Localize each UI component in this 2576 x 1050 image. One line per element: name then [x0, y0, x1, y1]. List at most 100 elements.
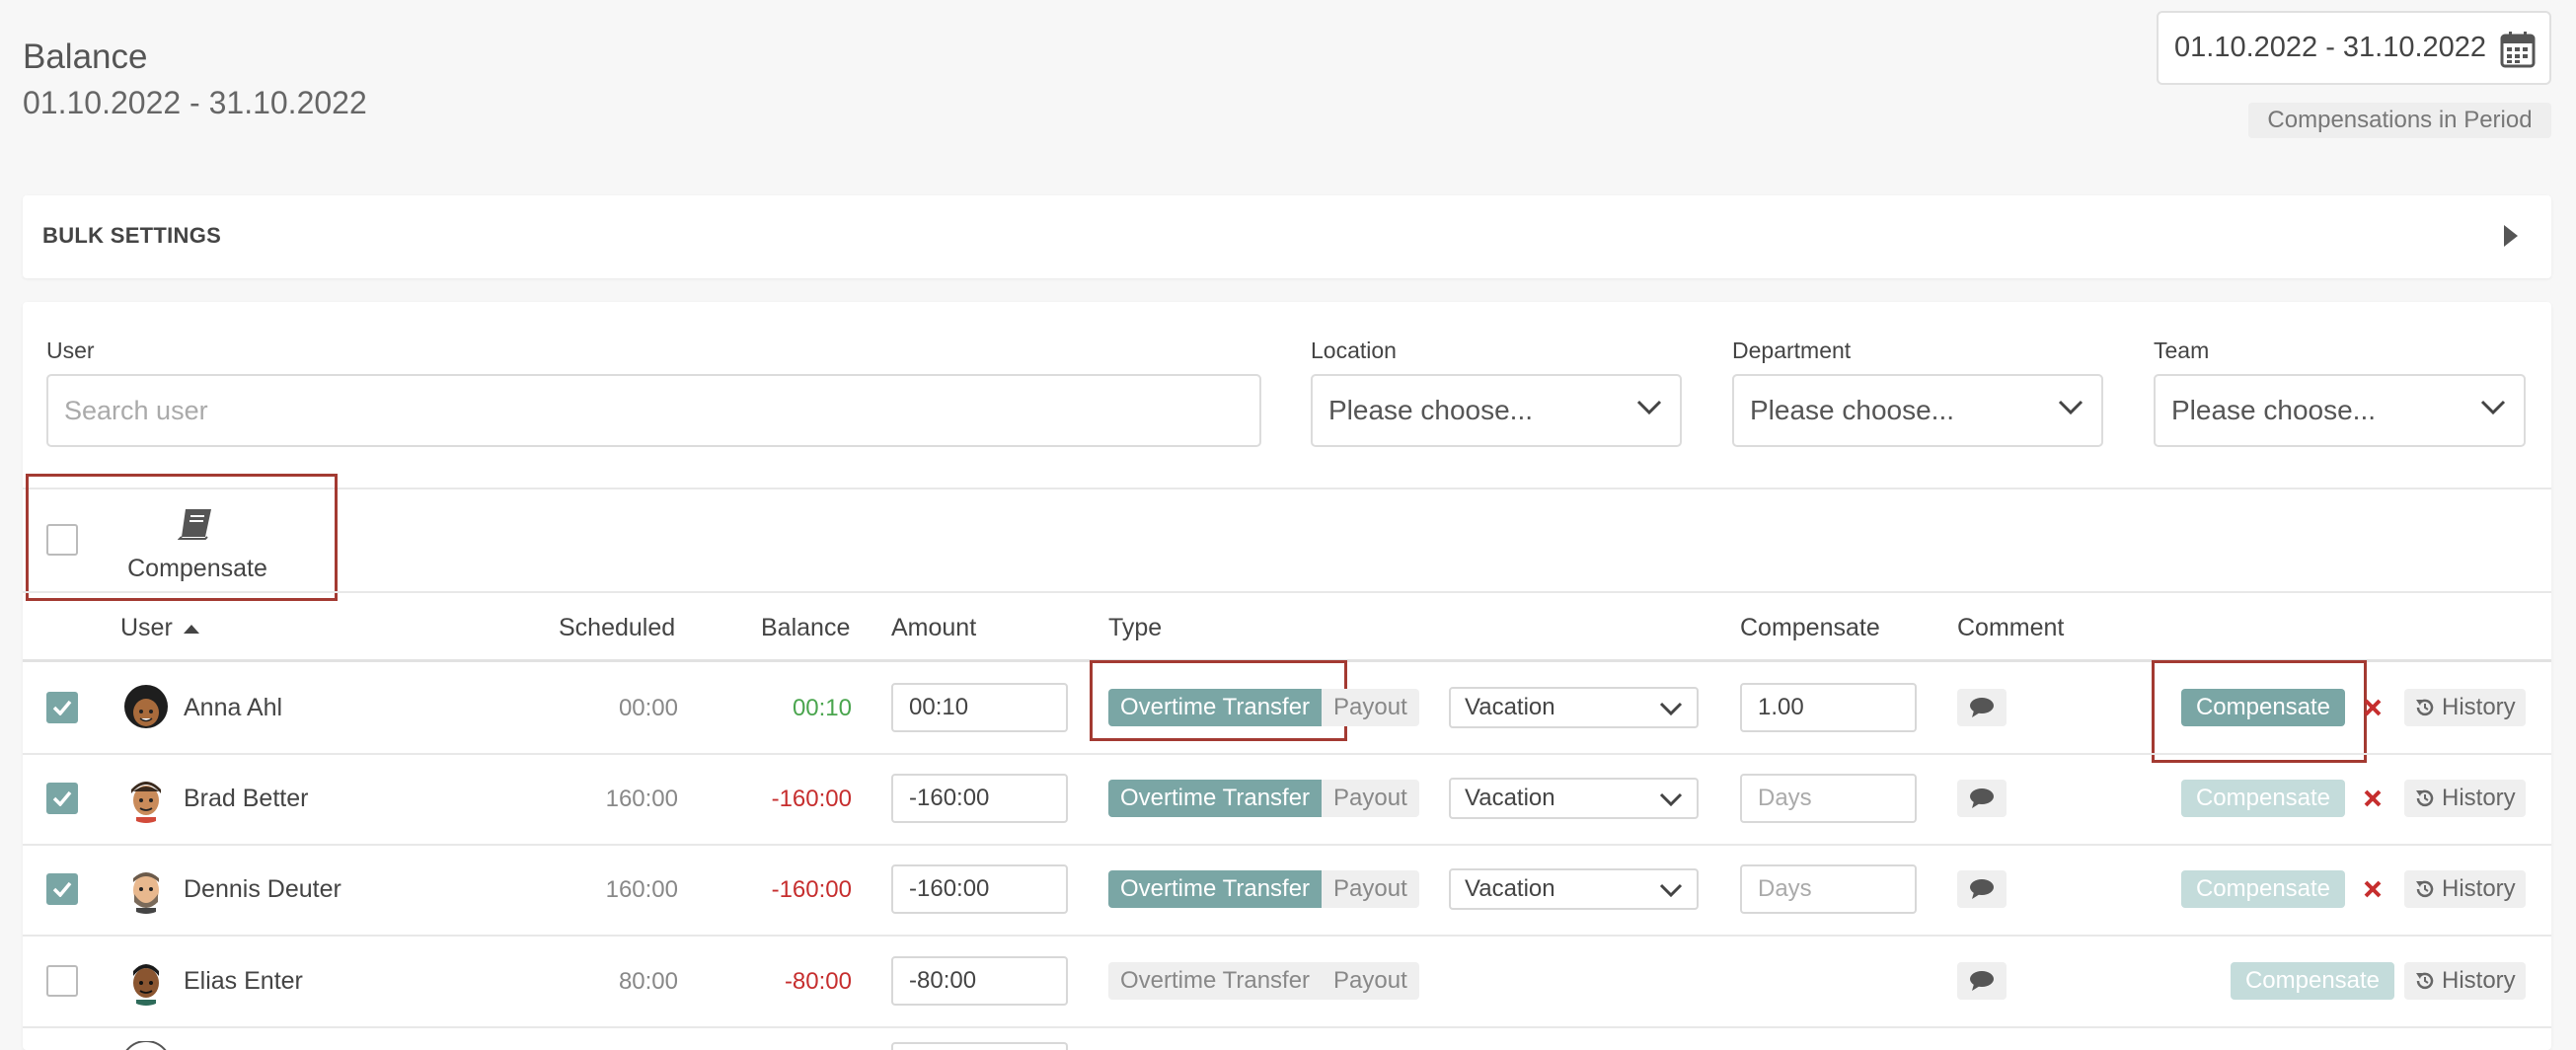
column-header-user[interactable]: User — [120, 614, 199, 642]
comment-button[interactable] — [1957, 870, 2007, 908]
department-filter-label: Department — [1732, 338, 1852, 363]
avatar — [121, 683, 171, 732]
divider — [23, 591, 2551, 593]
transfer-target-value: Vacation — [1465, 694, 1555, 720]
bulk-compensate-button[interactable]: Compensate — [118, 505, 276, 584]
history-button[interactable]: History — [2404, 870, 2526, 908]
transfer-target-value: Vacation — [1465, 875, 1555, 902]
amount-input[interactable]: 00:10 — [891, 683, 1068, 732]
row-checkbox[interactable] — [46, 965, 78, 997]
comment-icon — [1970, 971, 1994, 991]
column-header-compensate: Compensate — [1740, 614, 1880, 641]
avatar — [121, 864, 171, 914]
compensate-input[interactable]: Days — [1740, 864, 1917, 914]
compensate-input[interactable]: 1.00 — [1740, 683, 1917, 732]
checkmark-icon — [52, 700, 72, 715]
row-checkbox[interactable] — [46, 783, 78, 814]
row-divider — [23, 844, 2551, 846]
balance-value: -80:00 — [784, 968, 852, 995]
location-select[interactable]: Please choose... — [1311, 374, 1682, 447]
caret-right-icon[interactable] — [2504, 225, 2518, 247]
compensate-input[interactable]: Days — [1740, 774, 1917, 823]
remove-icon[interactable] — [2359, 689, 2387, 726]
search-user-input[interactable]: Search user — [46, 374, 1261, 447]
compensations-in-period-badge[interactable]: Compensations in Period — [2248, 103, 2551, 138]
row-checkbox[interactable] — [46, 873, 78, 905]
bulk-settings-title: BULK SETTINGS — [42, 223, 222, 248]
column-header-type: Type — [1108, 614, 1163, 641]
user-name[interactable]: Brad Better — [184, 785, 308, 813]
history-label: History — [2442, 694, 2516, 720]
row-divider — [23, 753, 2551, 755]
history-button[interactable]: History — [2404, 689, 2526, 726]
team-select[interactable]: Please choose... — [2154, 374, 2526, 447]
transfer-target-select[interactable]: Vacation — [1449, 778, 1699, 819]
comment-button[interactable] — [1957, 780, 2007, 817]
row-checkbox[interactable] — [46, 692, 78, 723]
amount-input[interactable] — [891, 1042, 1068, 1050]
type-toggle[interactable]: Overtime Transfer Payout — [1108, 780, 1419, 817]
date-range-picker[interactable]: 01.10.2022 - 31.10.2022 — [2157, 11, 2551, 85]
chevron-down-icon — [1659, 702, 1683, 715]
column-header-scheduled[interactable]: Scheduled — [559, 614, 675, 642]
chevron-down-icon — [1659, 883, 1683, 897]
type-overtime-transfer[interactable]: Overtime Transfer — [1108, 780, 1323, 817]
column-header-balance[interactable]: Balance — [761, 614, 850, 642]
transfer-target-select[interactable]: Vacation — [1449, 687, 1699, 728]
history-button[interactable]: History — [2404, 780, 2526, 817]
type-toggle[interactable]: Overtime Transfer Payout — [1108, 689, 1419, 726]
checkmark-icon — [52, 790, 72, 806]
amount-input[interactable]: -160:00 — [891, 774, 1068, 823]
chevron-down-icon — [2480, 400, 2506, 415]
comment-button[interactable] — [1957, 962, 2007, 1000]
compensate-button[interactable]: Compensate — [2231, 962, 2394, 1000]
comment-icon — [1970, 698, 1994, 717]
history-button[interactable]: History — [2404, 962, 2526, 1000]
page-period: 01.10.2022 - 31.10.2022 — [23, 85, 367, 120]
type-overtime-transfer[interactable]: Overtime Transfer — [1108, 962, 1323, 1000]
compensate-button[interactable]: Compensate — [2181, 689, 2345, 726]
user-name[interactable]: Dennis Deuter — [184, 875, 341, 904]
user-name[interactable]: Anna Ahl — [184, 694, 282, 722]
type-payout[interactable]: Payout — [1322, 870, 1419, 908]
amount-input[interactable]: -160:00 — [891, 864, 1068, 914]
checkmark-icon — [52, 881, 72, 897]
team-filter-label: Team — [2154, 338, 2210, 363]
location-filter-label: Location — [1311, 338, 1397, 363]
date-range-value: 01.10.2022 - 31.10.2022 — [2174, 32, 2487, 63]
type-overtime-transfer[interactable]: Overtime Transfer — [1108, 689, 1323, 726]
calendar-icon[interactable] — [2500, 31, 2536, 68]
history-icon — [2416, 789, 2434, 807]
amount-input[interactable]: -80:00 — [891, 956, 1068, 1006]
comment-icon — [1970, 788, 1994, 808]
type-payout[interactable]: Payout — [1322, 689, 1419, 726]
comment-button[interactable] — [1957, 689, 2007, 726]
user-name[interactable]: Elias Enter — [184, 967, 303, 996]
chevron-down-icon — [1636, 400, 1662, 415]
balance-value: 00:10 — [792, 695, 852, 721]
department-select[interactable]: Please choose... — [1732, 374, 2103, 447]
scheduled-value: 80:00 — [618, 968, 678, 995]
history-icon — [2416, 880, 2434, 898]
type-toggle[interactable]: Overtime Transfer Payout — [1108, 870, 1419, 908]
team-select-value: Please choose... — [2171, 395, 2377, 425]
select-all-checkbox[interactable] — [46, 524, 78, 556]
divider — [23, 488, 2551, 489]
bulk-settings-panel[interactable]: BULK SETTINGS — [23, 195, 2551, 278]
transfer-target-value: Vacation — [1465, 785, 1555, 811]
compensate-button[interactable]: Compensate — [2181, 780, 2345, 817]
type-payout[interactable]: Payout — [1322, 962, 1419, 1000]
remove-icon[interactable] — [2359, 870, 2387, 908]
chevron-down-icon — [1659, 792, 1683, 806]
transfer-target-select[interactable]: Vacation — [1449, 868, 1699, 910]
chevron-down-icon — [2058, 400, 2084, 415]
history-icon — [2416, 699, 2434, 716]
compensate-button[interactable]: Compensate — [2181, 870, 2345, 908]
row-divider — [23, 1026, 2551, 1028]
remove-icon[interactable] — [2359, 780, 2387, 817]
type-toggle[interactable]: Overtime Transfer Payout — [1108, 962, 1419, 1000]
row-divider — [23, 935, 2551, 937]
avatar — [121, 1041, 171, 1050]
type-payout[interactable]: Payout — [1322, 780, 1419, 817]
type-overtime-transfer[interactable]: Overtime Transfer — [1108, 870, 1323, 908]
